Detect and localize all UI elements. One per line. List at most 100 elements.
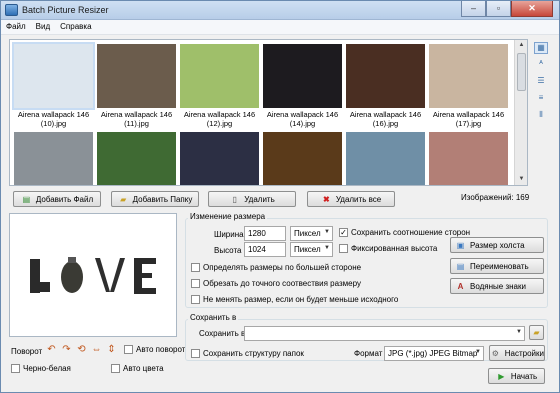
crop-exact-label: Обрезать до точного соотвествия размеру: [203, 279, 361, 288]
add-folder-button[interactable]: ▰ Добавить Папку: [111, 191, 199, 207]
scroll-up-icon[interactable]: ▲: [515, 40, 528, 51]
rotate-left-icon[interactable]: ↶: [46, 344, 57, 355]
thumbnail-caption: Airena wallapack 146 (16).jpg: [349, 110, 422, 128]
view-sort-icon[interactable]: ᴬ: [534, 59, 548, 71]
auto-color-label: Авто цвета: [123, 364, 164, 373]
menu-bar: Файл Вид Справка: [1, 20, 559, 35]
thumbnail[interactable]: [263, 132, 342, 185]
thumbnail[interactable]: [180, 132, 259, 185]
fixed-height-checkbox[interactable]: Фиксированная высота: [339, 244, 437, 253]
delete-button[interactable]: ▯ Удалить: [208, 191, 296, 207]
menu-view[interactable]: Вид: [31, 20, 55, 34]
start-button[interactable]: ▶ Начать: [488, 368, 545, 384]
height-input[interactable]: [244, 242, 286, 257]
format-select[interactable]: JPG (*.jpg) JPEG Bitmap ▼: [384, 346, 484, 361]
thumbnail[interactable]: Airena wallapack 146 (17).jpg: [429, 44, 508, 128]
keep-ratio-label: Сохранить соотношение сторон: [351, 228, 471, 237]
no-upscale-label: Не менять размер, если он будет меньше и…: [203, 295, 399, 304]
chevron-down-icon: ▼: [324, 245, 330, 251]
height-unit-select[interactable]: Пиксел ▼: [290, 242, 333, 257]
thumbnail[interactable]: Airena wallapack 146 (12).jpg: [180, 44, 259, 128]
format-value: JPG (*.jpg) JPEG Bitmap: [388, 349, 478, 358]
view-thumbnails-icon[interactable]: ▦: [534, 42, 548, 54]
checkbox-box[interactable]: [111, 364, 120, 373]
image-gallery[interactable]: Airena wallapack 146 (10).jpg Airena wal…: [9, 39, 528, 186]
height-label: Высота: [214, 246, 242, 255]
no-upscale-checkbox[interactable]: Не менять размер, если он будет меньше и…: [191, 295, 398, 304]
rotate-180-icon[interactable]: ⟲: [76, 344, 87, 355]
scroll-down-icon[interactable]: ▼: [515, 174, 528, 185]
thumbnail[interactable]: Airena wallapack 146 (11).jpg: [97, 44, 176, 128]
thumbnail-image: [429, 132, 508, 185]
checkbox-box[interactable]: ✓: [339, 228, 348, 237]
add-file-label: Добавить Файл: [35, 194, 94, 204]
by-larger-side-label: Определять размеры по большей стороне: [203, 263, 362, 272]
flip-horizontal-icon[interactable]: ⇔: [91, 344, 102, 355]
checkbox-box[interactable]: [191, 349, 200, 358]
chevron-down-icon: ▼: [516, 329, 522, 335]
thumbnail-image: [346, 44, 425, 108]
thumbnail-image: [263, 44, 342, 108]
delete-all-button[interactable]: ✖ Удалить все: [307, 191, 395, 207]
height-unit-value: Пиксел: [294, 245, 321, 254]
checkbox-box[interactable]: [191, 279, 200, 288]
keep-structure-label: Сохранить структуру папок: [203, 349, 304, 358]
start-label: Начать: [510, 371, 538, 381]
crop-exact-checkbox[interactable]: Обрезать до точного соотвествия размеру: [191, 279, 361, 288]
thumbnail[interactable]: [346, 132, 425, 185]
thumbnail[interactable]: Airena wallapack 146 (16).jpg: [346, 44, 425, 128]
grayscale-checkbox[interactable]: Черно-белая: [11, 364, 71, 373]
view-list-icon[interactable]: ☰: [534, 76, 548, 88]
menu-help[interactable]: Справка: [55, 20, 96, 34]
delete-all-label: Удалить все: [335, 194, 382, 204]
width-label: Ширина: [214, 230, 244, 239]
save-to-label: Сохранить в: [199, 329, 246, 338]
thumbnail-image: [429, 44, 508, 108]
auto-rotate-checkbox[interactable]: Авто поворот: [124, 345, 185, 354]
thumbnail[interactable]: [14, 132, 93, 185]
keep-structure-checkbox[interactable]: Сохранить структуру папок: [191, 349, 304, 358]
scrollbar-thumb[interactable]: [517, 53, 526, 91]
gallery-scrollbar[interactable]: ▲ ▼: [514, 40, 527, 185]
thumbnail[interactable]: [429, 132, 508, 185]
browse-folder-button[interactable]: ▰: [529, 325, 544, 340]
image-preview: [9, 213, 177, 337]
flip-vertical-icon[interactable]: ⇕: [106, 344, 117, 355]
rename-button[interactable]: ▤ Переименовать: [450, 258, 544, 274]
auto-color-checkbox[interactable]: Авто цвета: [111, 364, 164, 373]
view-details-icon[interactable]: ≡: [534, 93, 548, 105]
maximize-button[interactable]: ▫: [486, 1, 511, 17]
view-columns-icon[interactable]: ⦀: [534, 110, 548, 122]
menu-file[interactable]: Файл: [1, 20, 31, 34]
add-file-icon: ▤: [22, 194, 31, 204]
checkbox-box[interactable]: [124, 345, 133, 354]
thumbnail[interactable]: Airena wallapack 146 (14).jpg: [263, 44, 342, 128]
checkbox-box[interactable]: [191, 295, 200, 304]
rotate-right-icon[interactable]: ↷: [61, 344, 72, 355]
thumbnail-image: [12, 42, 95, 110]
title-bar[interactable]: Batch Picture Resizer – ▫ ✕: [1, 1, 559, 20]
keep-ratio-checkbox[interactable]: ✓ Сохранить соотношение сторон: [339, 228, 470, 237]
thumbnail-caption: Airena wallapack 146 (10).jpg: [17, 110, 90, 128]
app-window: Batch Picture Resizer – ▫ ✕ Файл Вид Спр…: [0, 0, 560, 393]
width-input[interactable]: [244, 226, 286, 241]
settings-button[interactable]: ⚙ Настройки: [489, 345, 545, 361]
watermarks-label: Водяные знаки: [470, 281, 526, 291]
thumbnail-caption: Airena wallapack 146 (11).jpg: [100, 110, 173, 128]
thumbnail-image: [180, 132, 259, 185]
watermarks-button[interactable]: A Водяные знаки: [450, 278, 544, 294]
thumbnail[interactable]: Airena wallapack 146 (10).jpg: [12, 42, 95, 128]
checkbox-box[interactable]: [11, 364, 20, 373]
by-larger-side-checkbox[interactable]: Определять размеры по большей стороне: [191, 263, 361, 272]
minimize-button[interactable]: –: [461, 1, 486, 17]
width-unit-select[interactable]: Пиксел ▼: [290, 226, 333, 241]
checkbox-box[interactable]: [339, 244, 348, 253]
canvas-size-button[interactable]: ▣ Размер холста: [450, 237, 544, 253]
save-path-combo[interactable]: ▼: [244, 326, 525, 341]
thumbnail-caption: Airena wallapack 146 (14).jpg: [266, 110, 339, 128]
close-button[interactable]: ✕: [511, 1, 553, 17]
add-file-button[interactable]: ▤ Добавить Файл: [13, 191, 101, 207]
checkbox-box[interactable]: [191, 263, 200, 272]
thumbnail[interactable]: [97, 132, 176, 185]
watermark-icon: A: [457, 281, 464, 291]
